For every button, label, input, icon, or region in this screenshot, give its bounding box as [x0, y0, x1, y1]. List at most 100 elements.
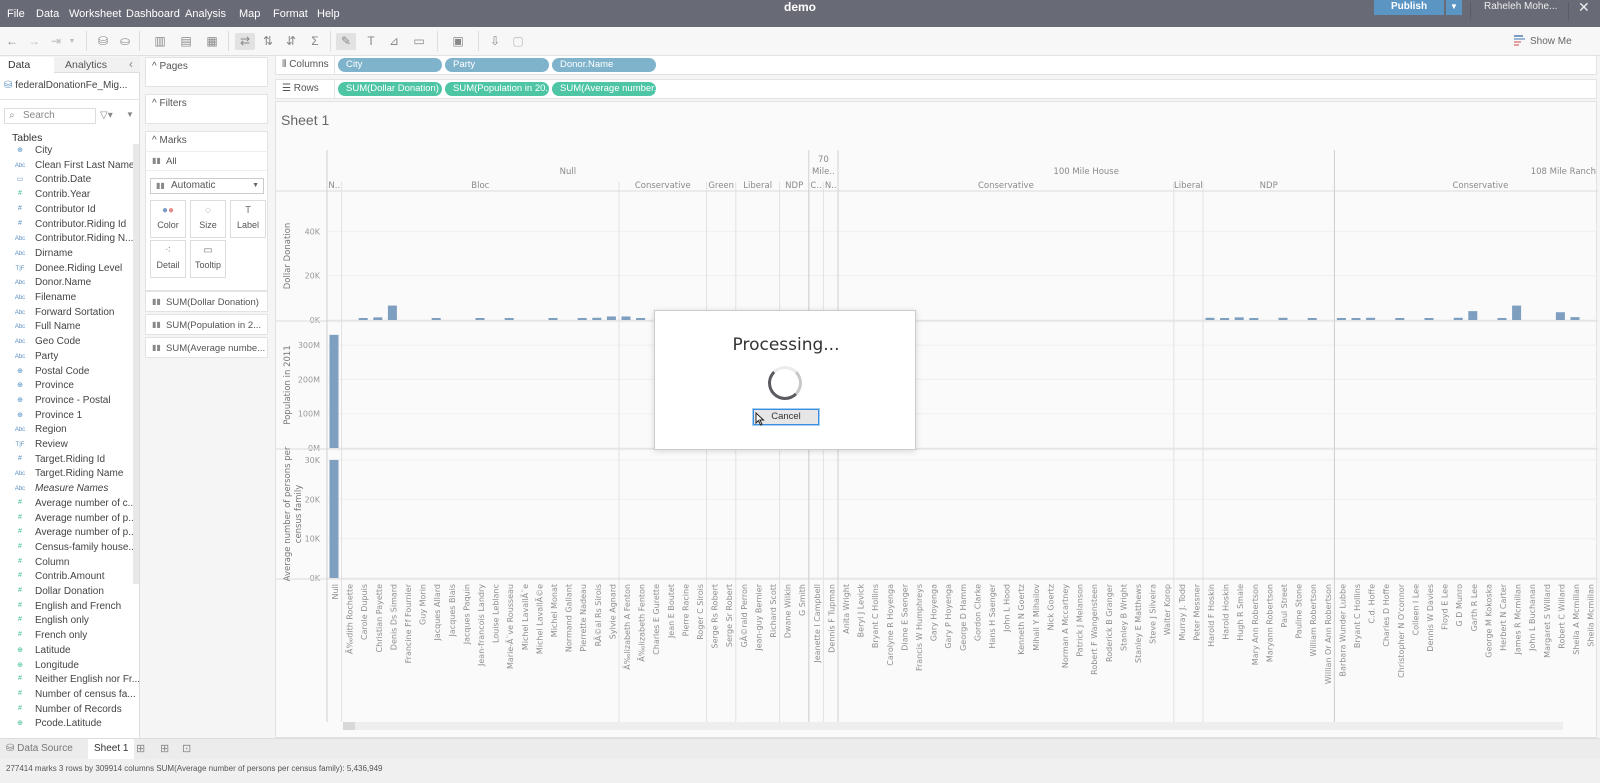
menu-dashboard[interactable]: Dashboard	[126, 8, 180, 20]
collapse-pane-icon[interactable]: ‹	[129, 57, 133, 71]
label-button[interactable]: T Label	[230, 200, 266, 238]
show-labels-icon[interactable]: T	[361, 33, 381, 50]
show-me-icon[interactable]	[1514, 35, 1525, 47]
field-item[interactable]: ⊕ Postal Code	[0, 366, 132, 380]
color-button[interactable]: ●● Color	[150, 200, 186, 238]
field-item[interactable]: Abc Full Name	[0, 321, 132, 335]
row-pill-average-number[interactable]: SUM(Average number...	[552, 82, 656, 96]
duplicate-sheet-icon[interactable]: ▤	[176, 33, 196, 50]
publish-dropdown-button[interactable]: ▼	[1446, 0, 1462, 15]
field-item[interactable]: # English and French	[0, 601, 132, 615]
menu-analysis[interactable]: Analysis	[185, 8, 226, 20]
download-icon[interactable]: ⇩	[485, 33, 505, 50]
presentation-icon[interactable]: ▢	[508, 33, 528, 50]
search-input[interactable]: ⌕ Search	[4, 108, 96, 124]
field-item[interactable]: # Contrib.Amount	[0, 571, 132, 585]
totals-icon[interactable]: Σ	[305, 33, 325, 50]
column-pill-party[interactable]: Party	[445, 58, 549, 72]
clear-sheet-icon[interactable]: ▦	[202, 33, 222, 50]
column-pill-donor-name[interactable]: Donor.Name	[552, 58, 656, 72]
field-item[interactable]: # English only	[0, 615, 132, 629]
field-item[interactable]: # Census-family house...	[0, 542, 137, 556]
field-item[interactable]: # French only	[0, 630, 132, 644]
field-item[interactable]: ▭ Contrib.Date	[0, 174, 132, 188]
field-item[interactable]: Abc Dirname	[0, 248, 132, 262]
field-item[interactable]: Abc Filename	[0, 292, 132, 306]
menu-data[interactable]: Data	[36, 8, 59, 20]
field-item[interactable]: # Contributor.Riding Id	[0, 219, 132, 233]
new-story-icon[interactable]: ⊡	[182, 742, 191, 755]
forward-icon[interactable]: →	[24, 33, 44, 50]
datasource-item[interactable]: ⛁ federalDonationFe_Mig...	[4, 80, 127, 91]
field-item[interactable]: Abc Geo Code	[0, 336, 132, 350]
field-item[interactable]: Abc Measure Names	[0, 483, 132, 497]
show-me-button[interactable]: Show Me	[1530, 36, 1572, 47]
scrollbar-thumb[interactable]	[343, 722, 355, 730]
detail-button[interactable]: ⁖ Detail	[150, 240, 186, 278]
field-item[interactable]: # Dollar Donation	[0, 586, 132, 600]
highlight-icon[interactable]: ✎	[336, 33, 356, 50]
field-item[interactable]: # Average number of c...	[0, 498, 136, 512]
mark-type-select[interactable]: ▮▮ Automatic ▼	[150, 178, 264, 194]
new-dashboard-icon[interactable]: ⊞	[160, 742, 169, 755]
menu-help[interactable]: Help	[317, 8, 340, 20]
field-item[interactable]: ⊕ Province - Postal	[0, 395, 132, 409]
field-item[interactable]: # Contrib.Year	[0, 189, 132, 203]
sort-descending-icon[interactable]: ⇵	[281, 33, 301, 50]
menu-worksheet[interactable]: Worksheet	[69, 8, 121, 20]
menu-file[interactable]: File	[7, 8, 25, 20]
field-item[interactable]: # Average number of p...	[0, 527, 137, 541]
field-item[interactable]: # Average number of p...	[0, 513, 137, 527]
field-item[interactable]: ⊕ Longitude	[0, 660, 132, 674]
field-item[interactable]: # Number of Records	[0, 704, 132, 718]
menu-map[interactable]: Map	[239, 8, 260, 20]
publish-button[interactable]: Publish	[1374, 0, 1444, 15]
field-item[interactable]: # Contributor Id	[0, 204, 132, 218]
tab-analytics[interactable]: Analytics	[65, 59, 107, 71]
field-item[interactable]: ⊕ Latitude	[0, 645, 132, 659]
marks-measure-tab[interactable]: ▮▮ SUM(Population in 2...	[145, 314, 268, 335]
close-icon[interactable]: ✕	[1578, 0, 1590, 16]
marks-all-tab[interactable]: ▮▮ All	[146, 151, 269, 171]
field-item[interactable]: Abc Party	[0, 351, 132, 365]
marks-measure-tab[interactable]: ▮▮ SUM(Dollar Donation)	[145, 291, 268, 312]
dropdown-icon[interactable]: ▼	[62, 33, 82, 50]
row-pill-dollar-donation[interactable]: SUM(Dollar Donation)	[338, 82, 442, 96]
new-datasource-icon[interactable]: ⛁	[93, 33, 113, 50]
size-button[interactable]: ◌ Size	[190, 200, 226, 238]
field-list-scrollbar[interactable]	[133, 144, 139, 584]
field-item[interactable]: Abc Region	[0, 424, 132, 438]
swap-rows-columns-icon[interactable]: ⇄	[235, 33, 255, 50]
field-item[interactable]: # Neither English nor Fr...	[0, 674, 140, 688]
field-item[interactable]: T|F Review	[0, 439, 132, 453]
field-item[interactable]: # Target.Riding Id	[0, 454, 132, 468]
new-worksheet-icon[interactable]: ⊞	[136, 742, 145, 755]
marks-measure-tab[interactable]: ▮▮ SUM(Average numbe...	[145, 337, 268, 358]
field-item[interactable]: # Column	[0, 557, 132, 571]
fix-axes-icon[interactable]: ⊿	[384, 33, 404, 50]
field-item[interactable]: # Number of census fa...	[0, 689, 136, 703]
columns-shelf[interactable]: ⦀ Columns City Party Donor.Name	[275, 55, 1597, 75]
fit-icon[interactable]: ▭	[409, 33, 429, 50]
row-pill-population[interactable]: SUM(Population in 20...	[445, 82, 549, 96]
pages-card[interactable]: ^ Pages	[145, 57, 268, 87]
field-item[interactable]: T|F Donee.Riding Level	[0, 263, 132, 277]
filter-fields-icon[interactable]: ▽▾	[100, 110, 113, 121]
field-item[interactable]: ⊕ Pcode.Latitude	[0, 718, 132, 732]
column-pill-city[interactable]: City	[338, 58, 442, 72]
field-item[interactable]: Abc Clean First Last Name	[0, 160, 135, 174]
field-item[interactable]: ⊕ Province 1	[0, 410, 132, 424]
filters-card[interactable]: ^ Filters	[145, 94, 268, 124]
pause-updates-icon[interactable]: ⛀	[115, 33, 135, 50]
horizontal-scrollbar[interactable]	[343, 722, 1563, 730]
user-menu[interactable]: Raheleh Mohe...	[1484, 1, 1557, 12]
field-item[interactable]: Abc Forward Sortation	[0, 307, 132, 321]
new-worksheet-icon[interactable]: ▥	[150, 33, 170, 50]
field-item[interactable]: Abc Target.Riding Name	[0, 468, 132, 482]
sheet-tab-sheet-1[interactable]: Sheet 1	[88, 739, 135, 760]
pane-menu-icon[interactable]: ▼	[126, 110, 134, 119]
back-icon[interactable]: ←	[2, 33, 22, 50]
field-item[interactable]: ⊕ Province	[0, 380, 132, 394]
field-item[interactable]: Abc Donor.Name	[0, 277, 132, 291]
rows-shelf[interactable]: ☰ Rows SUM(Dollar Donation) SUM(Populati…	[275, 79, 1597, 99]
